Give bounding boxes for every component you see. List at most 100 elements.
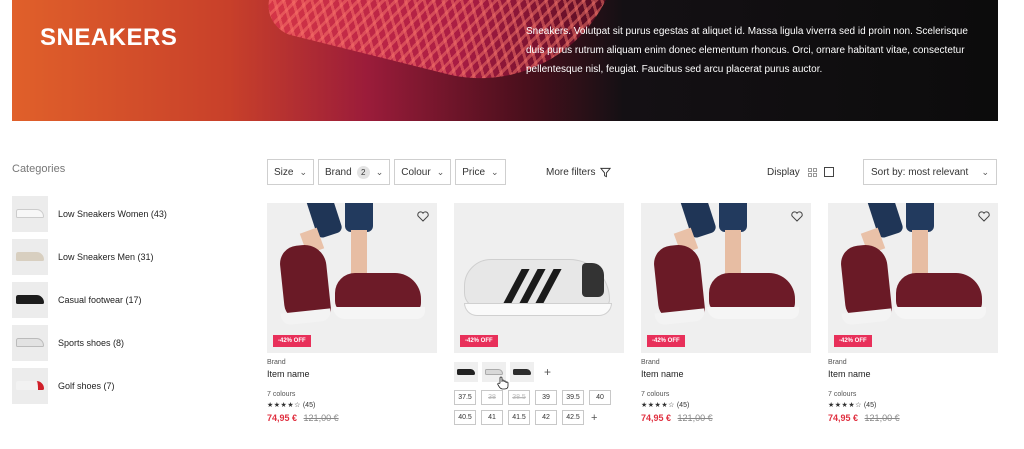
size-option[interactable]: 42.5 — [562, 410, 584, 425]
sneaker-black-thumbnail — [12, 281, 48, 318]
more-filters-label: More filters — [546, 166, 596, 178]
product-name[interactable]: Item name — [267, 369, 437, 379]
product-price: 74,95 € 121,00 € — [828, 413, 998, 423]
product-name[interactable]: Item name — [828, 369, 998, 379]
category-item-sports-shoes[interactable]: Sports shoes (8) — [12, 321, 222, 364]
display-label: Display — [767, 166, 800, 178]
sneaker-white-thumbnail — [12, 195, 48, 232]
product-image[interactable]: -42% OFF — [267, 203, 437, 353]
product-colours: 7 colours — [828, 391, 857, 398]
category-label: Sports shoes (8) — [58, 337, 125, 348]
brand-count-badge: 2 — [356, 165, 370, 179]
size-filter-dropdown[interactable]: Size ⌄ — [267, 159, 314, 185]
funnel-icon — [600, 167, 612, 177]
original-price: 121,00 € — [677, 413, 713, 423]
hero-banner: SNEAKERS Sneakers. Volutpat sit purus eg… — [12, 0, 998, 121]
sale-price: 74,95 € — [641, 413, 672, 423]
product-card: -42% OFF Brand Item name 7 colours ★★★★☆… — [641, 203, 811, 423]
original-price: 121,00 € — [303, 413, 339, 423]
product-colours: 7 colours — [267, 391, 296, 398]
size-option[interactable]: 38 — [481, 390, 503, 405]
size-option[interactable]: 41.5 — [508, 410, 530, 425]
price-filter-dropdown[interactable]: Price ⌄ — [455, 159, 506, 185]
product-card: -42% OFF Brand Item name 7 colours ★★★★☆… — [267, 203, 437, 423]
chevron-down-icon: ⌄ — [375, 166, 384, 177]
product-image[interactable]: -42% OFF — [828, 203, 998, 353]
discount-badge: -42% OFF — [834, 335, 872, 347]
size-filter-label: Size — [274, 166, 294, 178]
categories-title: Categories — [12, 163, 66, 175]
product-colours: 7 colours — [641, 391, 670, 398]
size-option[interactable]: 41 — [481, 410, 503, 425]
review-count: (45) — [676, 402, 690, 409]
size-option[interactable]: 39.5 — [562, 390, 584, 405]
category-label: Casual footwear (17) — [58, 294, 142, 305]
chevron-down-icon: ⌄ — [299, 166, 307, 177]
sort-dropdown[interactable]: Sort by: most relevant ⌄ — [863, 159, 997, 185]
review-count: (45) — [863, 402, 877, 409]
colour-swatch-dark[interactable] — [510, 362, 534, 382]
colour-filter-label: Colour — [401, 166, 431, 178]
star-rating-icon: ★★★★☆ — [828, 402, 862, 409]
category-item-golf-shoes[interactable]: Golf shoes (7) — [12, 364, 222, 407]
display-toggle: Display — [767, 159, 834, 185]
product-rating: ★★★★☆ (45) — [267, 401, 437, 409]
product-brand: Brand — [267, 359, 286, 366]
filter-bar: Size ⌄ Brand 2 ⌄ Colour ⌄ Price ⌄ — [267, 159, 506, 185]
size-option[interactable]: 38.5 — [508, 390, 530, 405]
more-colours-plus-icon[interactable]: + — [544, 365, 551, 379]
hand-cursor-icon — [497, 376, 509, 390]
category-label: Low Sneakers Men (31) — [58, 251, 154, 262]
product-price: 74,95 € 121,00 € — [267, 413, 437, 423]
colour-filter-dropdown[interactable]: Colour ⌄ — [394, 159, 452, 185]
size-option[interactable]: 39 — [535, 390, 557, 405]
chevron-down-icon: ⌄ — [436, 166, 445, 177]
brand-filter-dropdown[interactable]: Brand 2 ⌄ — [318, 159, 391, 185]
brand-filter-label: Brand — [325, 166, 352, 178]
more-filters-button[interactable]: More filters — [546, 159, 612, 185]
product-rating: ★★★★☆ (45) — [641, 401, 811, 409]
category-label: Golf shoes (7) — [58, 380, 115, 391]
single-view-icon[interactable] — [823, 167, 834, 177]
discount-badge: -42% OFF — [647, 335, 685, 347]
size-option[interactable]: 42 — [535, 410, 557, 425]
heart-icon[interactable] — [978, 211, 990, 222]
product-card-hovered: -42% OFF — [454, 203, 624, 353]
price-filter-label: Price — [462, 166, 486, 178]
category-label: Low Sneakers Women (43) — [58, 208, 167, 219]
heart-icon[interactable] — [417, 211, 429, 222]
review-count: (45) — [302, 402, 316, 409]
size-option[interactable]: 37.5 — [454, 390, 476, 405]
colour-swatch-black[interactable] — [454, 362, 478, 382]
category-item-low-sneakers-men[interactable]: Low Sneakers Men (31) — [12, 235, 222, 278]
size-selector: 37.5 38 38.5 39 39.5 40 40.5 41 41.5 42 42.5 + — [454, 390, 624, 430]
more-sizes-plus-icon[interactable]: + — [591, 412, 597, 424]
star-rating-icon: ★★★★☆ — [641, 402, 675, 409]
hero-description: Sneakers. Volutpat sit purus egestas at … — [526, 26, 968, 75]
chevron-down-icon: ⌄ — [491, 166, 499, 177]
category-item-casual-footwear[interactable]: Casual footwear (17) — [12, 278, 222, 321]
product-rating: ★★★★☆ (45) — [828, 401, 998, 409]
category-list: Low Sneakers Women (43) Low Sneakers Men… — [12, 192, 222, 407]
sort-label: Sort by: most relevant — [871, 166, 969, 178]
sneaker-red-thumbnail — [12, 367, 48, 404]
category-item-low-sneakers-women[interactable]: Low Sneakers Women (43) — [12, 192, 222, 235]
chevron-down-icon: ⌄ — [981, 166, 989, 177]
grid-view-icon[interactable] — [807, 167, 817, 177]
product-image[interactable]: -42% OFF — [641, 203, 811, 353]
size-option[interactable]: 40.5 — [454, 410, 476, 425]
size-option[interactable]: 40 — [589, 390, 611, 405]
page-title: SNEAKERS — [40, 24, 178, 51]
product-name[interactable]: Item name — [641, 369, 811, 379]
sale-price: 74,95 € — [267, 413, 298, 423]
sneaker-beige-thumbnail — [12, 238, 48, 275]
product-price: 74,95 € 121,00 € — [641, 413, 811, 423]
sale-price: 74,95 € — [828, 413, 859, 423]
sneaker-grey-thumbnail — [12, 324, 48, 361]
discount-badge: -42% OFF — [460, 335, 498, 347]
star-rating-icon: ★★★★☆ — [267, 402, 301, 409]
product-image[interactable]: -42% OFF — [454, 203, 624, 353]
discount-badge: -42% OFF — [273, 335, 311, 347]
product-card: -42% OFF Brand Item name 7 colours ★★★★☆… — [828, 203, 998, 423]
heart-icon[interactable] — [791, 211, 803, 222]
